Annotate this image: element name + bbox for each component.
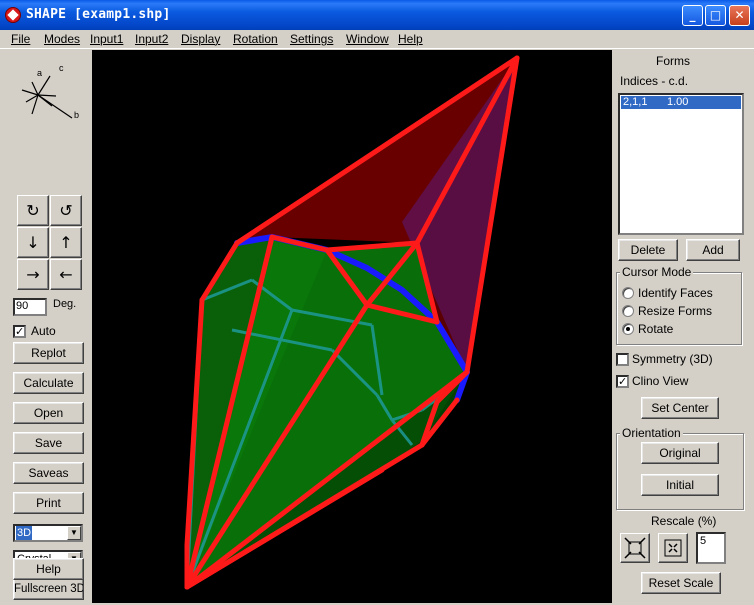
form-indices: 2,1,1 <box>623 96 648 108</box>
check-icon: ✓ <box>618 375 628 388</box>
rotation-pad: ↻ ↺ ↓ ↑ → ← <box>17 195 83 291</box>
crystal-axes-icon: a c b <box>21 63 79 120</box>
rescale-title: Rescale (%) <box>651 514 717 528</box>
add-form-button[interactable]: Add <box>686 239 740 261</box>
clino-view-checkbox[interactable]: ✓ <box>616 375 629 388</box>
shrink-icon <box>624 537 646 559</box>
close-icon: ✕ <box>734 8 745 22</box>
axis-a-label: a <box>37 68 42 78</box>
title-bar[interactable]: SHAPE [examp1.shp] _ □ ✕ <box>0 0 754 30</box>
list-item[interactable]: 2,1,1 1.00 <box>621 96 741 109</box>
form-cd: 1.00 <box>667 96 689 108</box>
maximize-icon: □ <box>709 8 722 22</box>
initial-button[interactable]: Initial <box>641 474 719 496</box>
orientation-title: Orientation <box>620 426 683 440</box>
check-icon: ✓ <box>15 325 25 338</box>
symmetry-label: Symmetry (3D) <box>632 352 713 366</box>
menu-modes[interactable]: Modes <box>44 32 80 46</box>
rescale-input[interactable]: 5 <box>696 532 726 564</box>
fullscreen-3d-button[interactable]: Fullscreen 3D <box>13 578 84 600</box>
identify-faces-radio[interactable] <box>622 287 634 299</box>
identify-faces-label: Identify Faces <box>638 286 713 300</box>
rotate-radio[interactable] <box>622 323 634 335</box>
maximize-button[interactable]: □ <box>705 5 726 26</box>
menu-window[interactable]: Window <box>346 32 389 46</box>
replot-button[interactable]: Replot <box>13 342 84 364</box>
original-button[interactable]: Original <box>641 442 719 464</box>
menu-input2[interactable]: Input2 <box>135 32 168 46</box>
axis-c-label: c <box>59 63 64 73</box>
forms-title: Forms <box>656 54 690 68</box>
menu-settings[interactable]: Settings <box>290 32 333 46</box>
auto-checkbox[interactable]: ✓ <box>13 325 26 338</box>
rotate-right-button[interactable]: → <box>17 259 49 290</box>
calculate-button[interactable]: Calculate <box>13 372 84 394</box>
degrees-input[interactable]: 90 <box>13 298 47 316</box>
crystal-render <box>184 55 520 590</box>
resize-forms-radio[interactable] <box>622 305 634 317</box>
clino-view-label: Clino View <box>632 374 689 388</box>
menu-help[interactable]: Help <box>398 32 423 46</box>
minimize-icon: _ <box>689 8 696 22</box>
rotate-left-button[interactable]: ← <box>50 259 82 290</box>
save-button[interactable]: Save <box>13 432 84 454</box>
reset-scale-button[interactable]: Reset Scale <box>641 572 721 594</box>
window-title: SHAPE [examp1.shp] <box>26 7 171 22</box>
set-center-button[interactable]: Set Center <box>641 397 719 419</box>
arrow-right-icon: → <box>26 265 40 284</box>
forms-list[interactable]: 2,1,1 1.00 <box>618 93 744 235</box>
app-window: SHAPE [examp1.shp] _ □ ✕ File Modes Inpu… <box>0 0 754 605</box>
axis-b-label: b <box>74 110 79 120</box>
minimize-button[interactable]: _ <box>682 5 703 26</box>
rotate-cw-button[interactable]: ↻ <box>17 195 49 226</box>
menu-display[interactable]: Display <box>181 32 220 46</box>
menu-rotation[interactable]: Rotation <box>233 32 278 46</box>
menu-bar: File Modes Input1 Input2 Display Rotatio… <box>0 30 754 49</box>
expand-icon <box>664 539 682 557</box>
left-control-panel: a c b ↻ ↺ ↓ ↑ → ← 90 Deg. ✓ Auto Replot … <box>0 50 92 603</box>
help-button[interactable]: Help <box>13 558 84 580</box>
view-mode-select[interactable]: 3D ▼ <box>13 524 83 542</box>
open-button[interactable]: Open <box>13 402 84 424</box>
degrees-label: Deg. <box>53 298 77 310</box>
auto-label: Auto <box>31 324 56 338</box>
rotate-label: Rotate <box>638 322 674 336</box>
rotate-down-button[interactable]: ↓ <box>17 227 49 258</box>
right-control-panel: Forms Indices - c.d. 2,1,1 1.00 Delete A… <box>612 50 754 603</box>
view-mode-value: 3D <box>16 526 33 540</box>
cursor-mode-title: Cursor Mode <box>620 265 694 279</box>
saveas-button[interactable]: Saveas <box>13 462 84 484</box>
rotate-ccw-icon: ↺ <box>59 201 73 220</box>
symmetry-checkbox[interactable] <box>616 353 629 366</box>
close-button[interactable]: ✕ <box>729 5 750 26</box>
zoom-in-button[interactable] <box>658 533 688 563</box>
arrow-down-icon: ↓ <box>26 233 40 252</box>
rotate-cw-icon: ↻ <box>26 201 40 220</box>
chevron-down-icon[interactable]: ▼ <box>67 526 81 540</box>
menu-input1[interactable]: Input1 <box>90 32 123 46</box>
rotate-up-button[interactable]: ↑ <box>50 227 82 258</box>
resize-forms-label: Resize Forms <box>638 304 713 318</box>
arrow-left-icon: ← <box>59 265 73 284</box>
zoom-out-button[interactable] <box>620 533 650 563</box>
arrow-up-icon: ↑ <box>59 233 73 252</box>
crystal-3d-viewport[interactable] <box>92 50 612 603</box>
print-button[interactable]: Print <box>13 492 84 514</box>
forms-header: Indices - c.d. <box>620 74 689 88</box>
rotate-ccw-button[interactable]: ↺ <box>50 195 82 226</box>
menu-file[interactable]: File <box>11 32 30 46</box>
app-icon[interactable] <box>5 7 21 23</box>
delete-form-button[interactable]: Delete <box>618 239 678 261</box>
